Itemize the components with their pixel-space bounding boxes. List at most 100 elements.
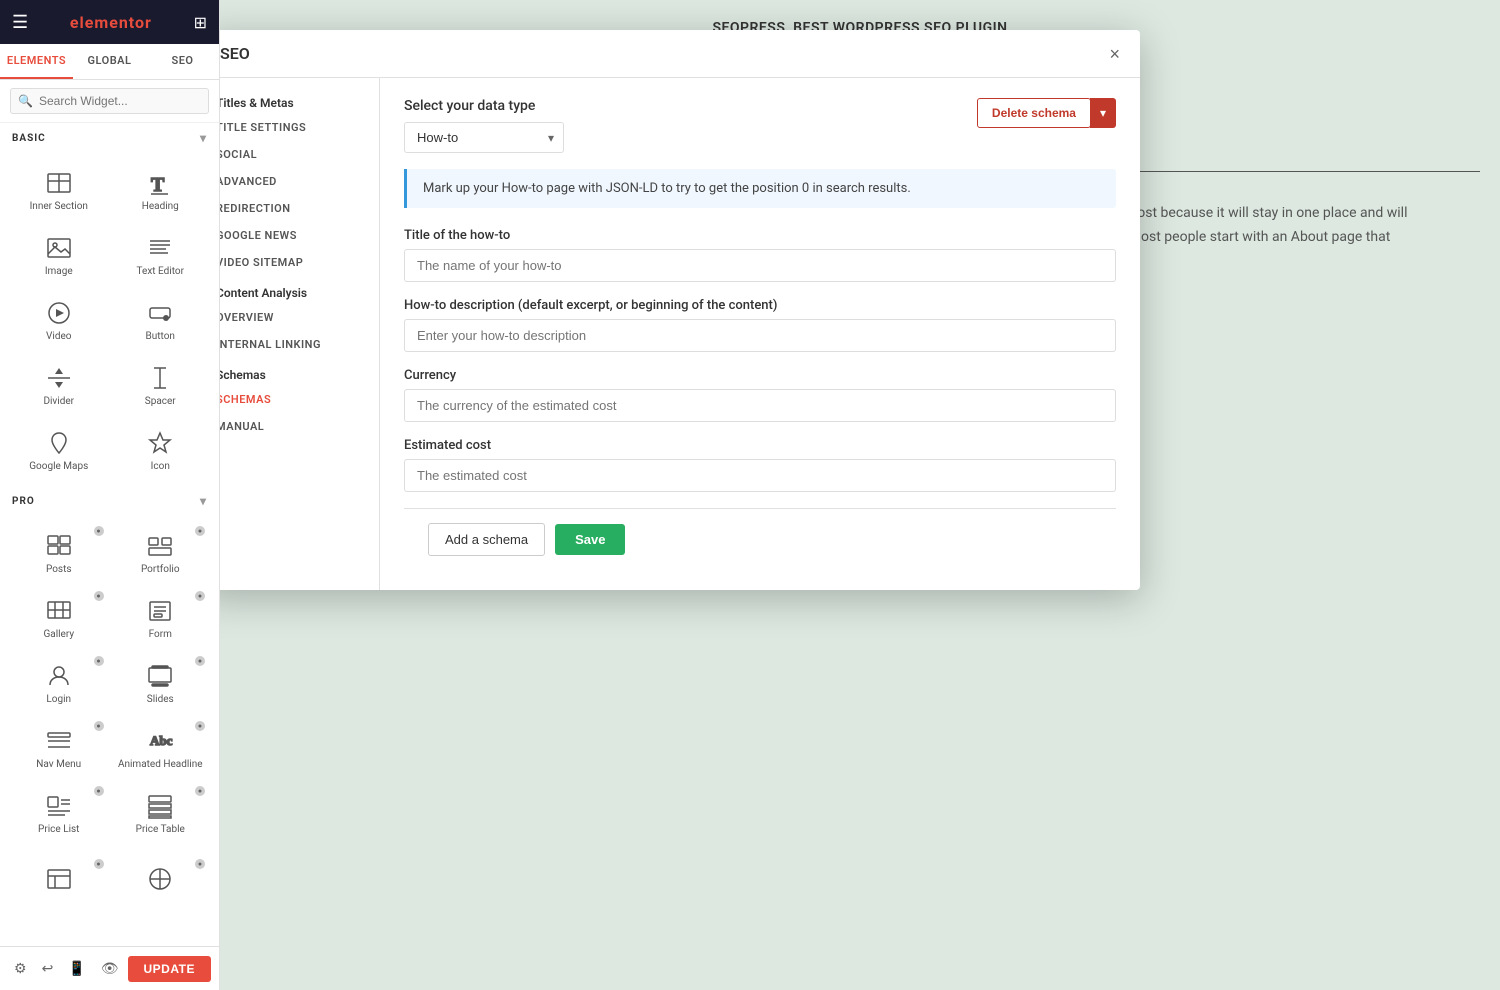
widget-heading[interactable]: T Heading xyxy=(110,157,212,222)
widget-extra-2[interactable]: ● xyxy=(110,853,212,907)
google-maps-icon xyxy=(39,427,79,459)
widget-divider-label: Divider xyxy=(43,396,74,407)
basic-section-header[interactable]: BASIC ▾ xyxy=(0,123,219,153)
nav-item-overview[interactable]: OVERVIEW xyxy=(220,304,379,331)
preview-footer-icon[interactable]: 👁 xyxy=(95,955,125,983)
widget-spacer-label: Spacer xyxy=(145,396,176,407)
tab-global[interactable]: GLOBAL xyxy=(73,44,146,79)
nav-item-internal-linking[interactable]: INTERNAL LINKING xyxy=(220,331,379,358)
widget-price-table-label: Price Table xyxy=(136,824,185,835)
field-estimated-cost: Estimated cost xyxy=(404,438,1116,492)
pro-section-header[interactable]: PRO ▾ xyxy=(0,486,219,516)
form-icon xyxy=(140,595,180,627)
svg-text:Abc: Abc xyxy=(150,733,173,748)
nav-item-title-settings[interactable]: TITLE SETTINGS xyxy=(220,114,379,141)
modal-footer: Add a schema Save xyxy=(404,508,1116,570)
field-currency: Currency xyxy=(404,368,1116,422)
sidebar-header: ☰ elementor ⊞ xyxy=(0,0,219,44)
elementor-logo: elementor xyxy=(70,13,152,32)
divider-icon xyxy=(39,362,79,394)
data-type-label: Select your data type xyxy=(404,98,564,114)
nav-item-google-news[interactable]: GOOGLE NEWS xyxy=(220,222,379,249)
settings-footer-icon[interactable]: ⚙ xyxy=(8,955,33,983)
pro-badge-nav-menu: ● xyxy=(94,721,104,731)
price-table-icon xyxy=(140,790,180,822)
basic-section-label: BASIC xyxy=(12,133,46,144)
nav-item-social[interactable]: SOCIAL xyxy=(220,141,379,168)
widget-text-editor[interactable]: Text Editor xyxy=(110,222,212,287)
widgets-scroll: BASIC ▾ Inner Section T Heading xyxy=(0,123,219,946)
pro-badge-extra2: ● xyxy=(195,859,205,869)
hamburger-icon[interactable]: ☰ xyxy=(12,12,28,33)
info-box: Mark up your How-to page with JSON-LD to… xyxy=(404,169,1116,208)
widget-form-label: Form xyxy=(149,629,172,640)
tab-seo[interactable]: SEO xyxy=(146,44,219,79)
history-footer-icon[interactable]: ↩ xyxy=(36,955,60,983)
widget-posts[interactable]: ● Posts xyxy=(8,520,110,585)
pro-badge-login: ● xyxy=(94,656,104,666)
widget-slides[interactable]: ● Slides xyxy=(110,650,212,715)
field-input-estimated-cost[interactable] xyxy=(404,459,1116,492)
field-input-title[interactable] xyxy=(404,249,1116,282)
widget-image-label: Image xyxy=(45,266,73,277)
save-button[interactable]: Save xyxy=(555,524,625,555)
widget-slides-label: Slides xyxy=(147,694,174,705)
grid-icon[interactable]: ⊞ xyxy=(194,13,207,32)
widget-login[interactable]: ● Login xyxy=(8,650,110,715)
main-content: SEOPRESS, BEST WORDPRESS SEO PLUGIN Just… xyxy=(220,0,1500,990)
widget-form[interactable]: ● Form xyxy=(110,585,212,650)
widget-google-maps[interactable]: Google Maps xyxy=(8,417,110,482)
pro-chevron-icon: ▾ xyxy=(200,494,207,508)
nav-menu-icon xyxy=(39,725,79,757)
nav-item-advanced[interactable]: ADVANCED xyxy=(220,168,379,195)
delete-schema-chevron-button[interactable]: ▾ xyxy=(1090,98,1116,128)
widget-animated-headline-label: Animated Headline xyxy=(118,759,203,770)
widget-portfolio-label: Portfolio xyxy=(141,564,180,575)
field-label-description: How-to description (default excerpt, or … xyxy=(404,298,1116,313)
widget-button[interactable]: Button xyxy=(110,287,212,352)
nav-item-video-sitemap[interactable]: VIDEO SITEMAP xyxy=(220,249,379,276)
nav-item-schemas-active[interactable]: Schemas xyxy=(220,386,379,413)
widget-video[interactable]: Video xyxy=(8,287,110,352)
widget-animated-headline[interactable]: ● Abc Animated Headline xyxy=(110,715,212,780)
widget-inner-section[interactable]: Inner Section xyxy=(8,157,110,222)
update-button[interactable]: UPDATE xyxy=(128,956,211,982)
data-type-row: Select your data type How-to FAQ Article… xyxy=(404,98,1116,153)
inner-section-icon xyxy=(39,167,79,199)
schema-select-container: How-to FAQ Article Product Recipe Event … xyxy=(404,122,564,153)
add-schema-button[interactable]: Add a schema xyxy=(428,523,545,556)
widget-image[interactable]: Image xyxy=(8,222,110,287)
widget-price-list[interactable]: ● Price List xyxy=(8,780,110,845)
field-input-description[interactable] xyxy=(404,319,1116,352)
nav-item-redirection[interactable]: REDIRECTION xyxy=(220,195,379,222)
schema-type-select[interactable]: How-to FAQ Article Product Recipe Event xyxy=(404,122,564,153)
tab-elements[interactable]: ELEMENTS xyxy=(0,44,73,79)
widget-extra-1[interactable]: ● xyxy=(8,853,110,907)
widget-nav-menu[interactable]: ● Nav Menu xyxy=(8,715,110,780)
widget-divider[interactable]: Divider xyxy=(8,352,110,417)
search-input[interactable] xyxy=(10,88,209,114)
modal-close-button[interactable]: × xyxy=(1109,45,1120,63)
video-icon xyxy=(39,297,79,329)
modal-nav: Titles & Metas TITLE SETTINGS SOCIAL ADV… xyxy=(220,78,380,590)
field-input-currency[interactable] xyxy=(404,389,1116,422)
widget-price-list-label: Price List xyxy=(38,824,79,835)
field-label-currency: Currency xyxy=(404,368,1116,383)
widget-price-table[interactable]: ● Price Table xyxy=(110,780,212,845)
seo-modal: SEO × Titles & Metas TITLE SETTINGS SOCI… xyxy=(220,30,1140,590)
modal-header: SEO × xyxy=(220,30,1140,78)
modal-title: SEO xyxy=(220,44,250,63)
button-icon xyxy=(140,297,180,329)
spacer-icon xyxy=(140,362,180,394)
pro-badge-price-list: ● xyxy=(94,786,104,796)
pro-badge-portfolio: ● xyxy=(195,526,205,536)
widget-icon[interactable]: Icon xyxy=(110,417,212,482)
delete-schema-button[interactable]: Delete schema xyxy=(977,98,1091,128)
widget-google-maps-label: Google Maps xyxy=(29,461,88,472)
widget-spacer[interactable]: Spacer xyxy=(110,352,212,417)
widget-gallery[interactable]: ● Gallery xyxy=(8,585,110,650)
widget-portfolio[interactable]: ● Portfolio xyxy=(110,520,212,585)
responsive-footer-icon[interactable]: 📱 xyxy=(62,955,91,983)
nav-group-content-analysis: Content Analysis xyxy=(220,276,379,304)
nav-item-manual[interactable]: MANUAL xyxy=(220,413,379,440)
